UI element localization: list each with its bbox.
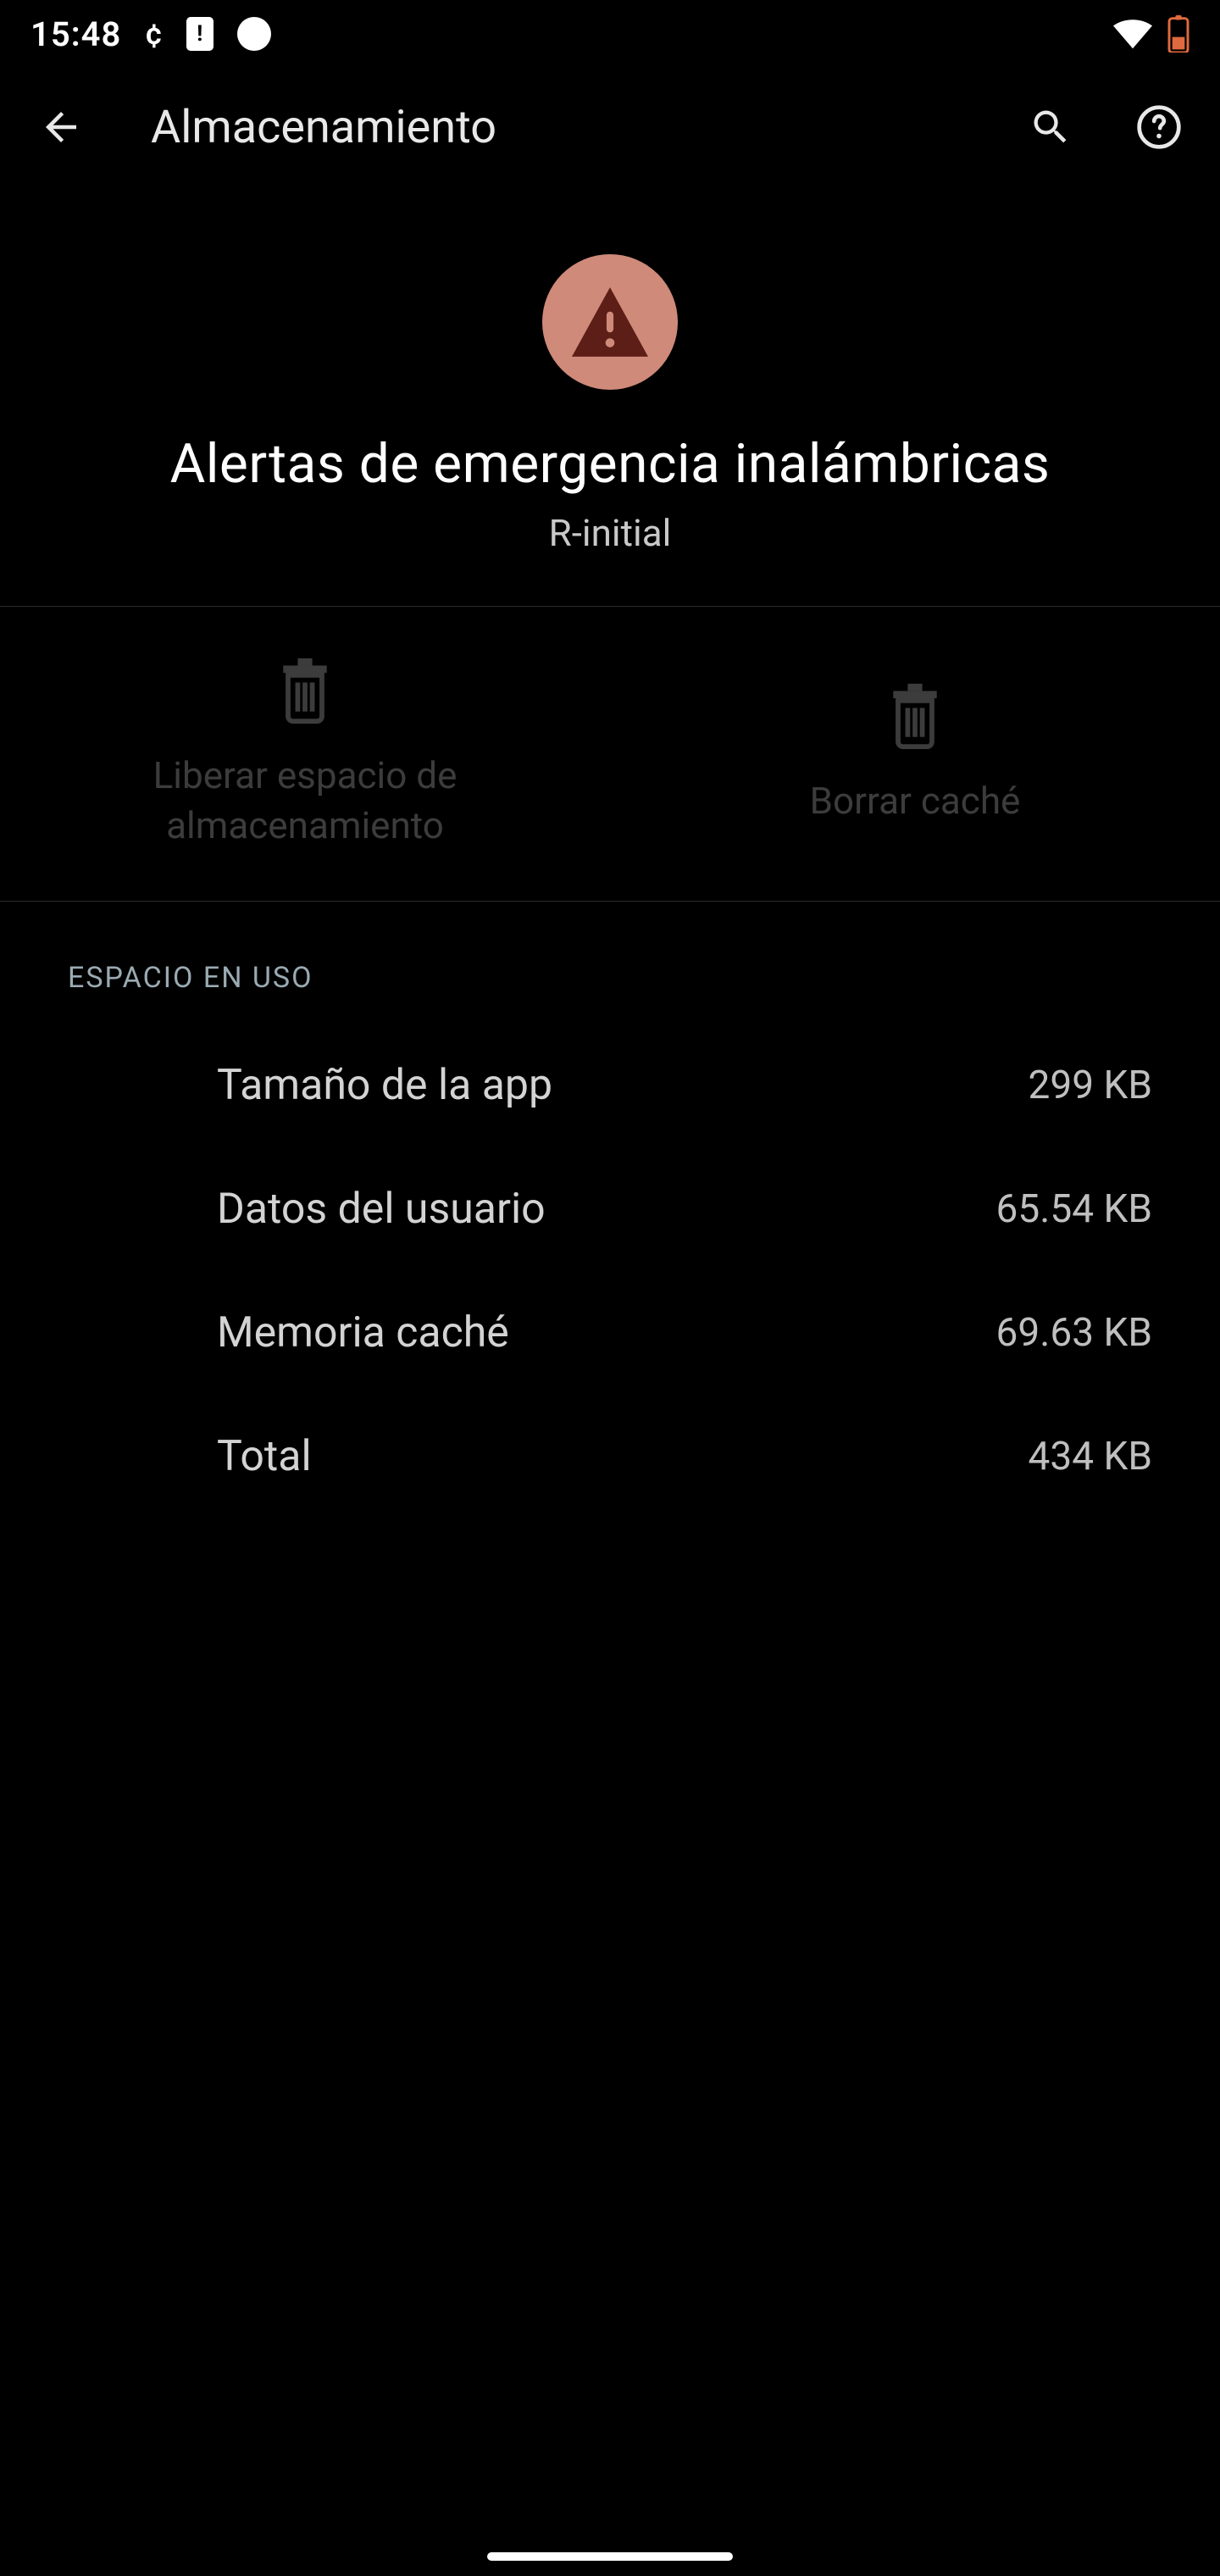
row-value: 65.54 KB (996, 1186, 1152, 1232)
battery-icon (1167, 15, 1190, 53)
app-icon (542, 254, 678, 390)
clear-cache-label: Borrar caché (810, 776, 1021, 826)
row-total[interactable]: Total 434 KB (0, 1395, 1220, 1518)
help-outline-icon (1135, 103, 1183, 151)
row-label: Total (217, 1432, 312, 1481)
trash-icon (275, 656, 335, 727)
gesture-nav-bar[interactable] (487, 2552, 733, 2561)
status-dot-icon (237, 17, 271, 51)
back-button[interactable] (30, 97, 92, 158)
status-bar-right (1113, 15, 1190, 53)
free-space-label: Liberar espacio de almacenamiento (34, 751, 576, 852)
search-button[interactable] (1020, 97, 1081, 158)
row-label: Tamaño de la app (217, 1061, 552, 1110)
free-space-button[interactable]: Liberar espacio de almacenamiento (0, 607, 610, 901)
row-value: 69.63 KB (996, 1310, 1152, 1356)
row-cache[interactable]: Memoria caché 69.63 KB (0, 1271, 1220, 1395)
row-user-data[interactable]: Datos del usuario 65.54 KB (0, 1147, 1220, 1271)
status-bar-left: 15:48 ¢ (30, 14, 271, 54)
help-button[interactable] (1128, 97, 1190, 158)
app-bar: Almacenamiento (0, 68, 1220, 186)
row-value: 434 KB (1029, 1434, 1153, 1480)
trash-icon (885, 681, 945, 752)
cent-icon: ¢ (145, 16, 163, 52)
app-header: Alertas de emergencia inalámbricas R-ini… (0, 186, 1220, 606)
app-version: R-initial (34, 511, 1186, 555)
wifi-icon (1113, 19, 1152, 49)
row-value: 299 KB (1029, 1063, 1153, 1108)
warning-triangle-icon (568, 284, 652, 360)
app-name: Alertas de emergencia inalámbricas (34, 432, 1186, 496)
row-label: Memoria caché (217, 1308, 509, 1357)
status-time: 15:48 (30, 14, 121, 54)
sd-card-alert-icon (186, 17, 214, 51)
appbar-actions (1020, 97, 1190, 158)
appbar-title: Almacenamiento (151, 101, 961, 154)
clear-cache-button[interactable]: Borrar caché (610, 607, 1220, 901)
status-bar: 15:48 ¢ (0, 0, 1220, 68)
section-header-usage: ESPACIO EN USO (0, 902, 1220, 1024)
search-icon (1029, 105, 1073, 149)
arrow-back-icon (38, 104, 84, 150)
storage-actions: Liberar espacio de almacenamiento Borrar… (0, 606, 1220, 902)
row-app-size[interactable]: Tamaño de la app 299 KB (0, 1024, 1220, 1147)
row-label: Datos del usuario (217, 1185, 546, 1234)
